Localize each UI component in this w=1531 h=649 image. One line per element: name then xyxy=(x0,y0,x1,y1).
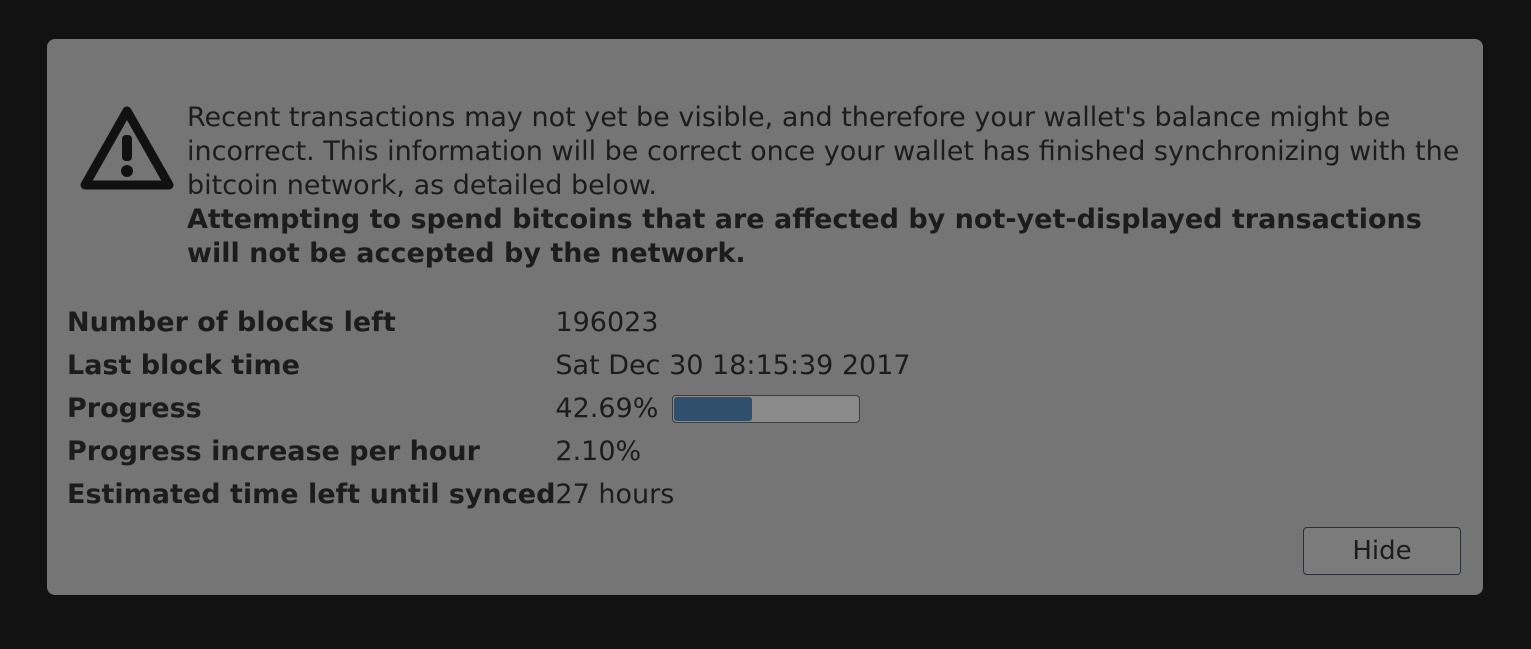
time-left-value: 27 hours xyxy=(555,479,675,510)
warning-emphasis-text: Attempting to spend bitcoins that are af… xyxy=(187,204,1422,269)
warning-message: Recent transactions may not yet be visib… xyxy=(187,101,1477,271)
warning-text: Recent transactions may not yet be visib… xyxy=(187,102,1460,201)
last-block-time-row: Last block time Sat Dec 30 18:15:39 2017 xyxy=(67,344,911,387)
time-left-label: Estimated time left until synced xyxy=(67,479,556,510)
progress-increase-label: Progress increase per hour xyxy=(67,436,480,467)
warning-triangle-icon xyxy=(80,106,174,190)
progress-increase-row: Progress increase per hour 2.10% xyxy=(67,430,911,473)
sync-overlay: Recent transactions may not yet be visib… xyxy=(47,39,1483,595)
progress-value: 42.69% xyxy=(555,393,659,424)
blocks-left-value: 196023 xyxy=(555,307,659,338)
progress-increase-value: 2.10% xyxy=(555,436,642,467)
progress-wrap: 42.69% xyxy=(555,393,861,424)
progress-row: Progress 42.69% xyxy=(67,387,911,430)
last-block-time-label: Last block time xyxy=(67,350,300,381)
progress-bar-fill xyxy=(674,396,752,421)
sync-info-table: Number of blocks left 196023 Last block … xyxy=(67,301,911,516)
hide-button[interactable]: Hide xyxy=(1303,527,1461,575)
progress-cell: 42.69% xyxy=(555,387,910,430)
time-left-row: Estimated time left until synced 27 hour… xyxy=(67,473,911,516)
last-block-time-value: Sat Dec 30 18:15:39 2017 xyxy=(555,350,911,381)
blocks-left-label: Number of blocks left xyxy=(67,307,396,338)
progress-bar xyxy=(672,394,861,423)
blocks-left-row: Number of blocks left 196023 xyxy=(67,301,911,344)
progress-label: Progress xyxy=(67,393,202,424)
